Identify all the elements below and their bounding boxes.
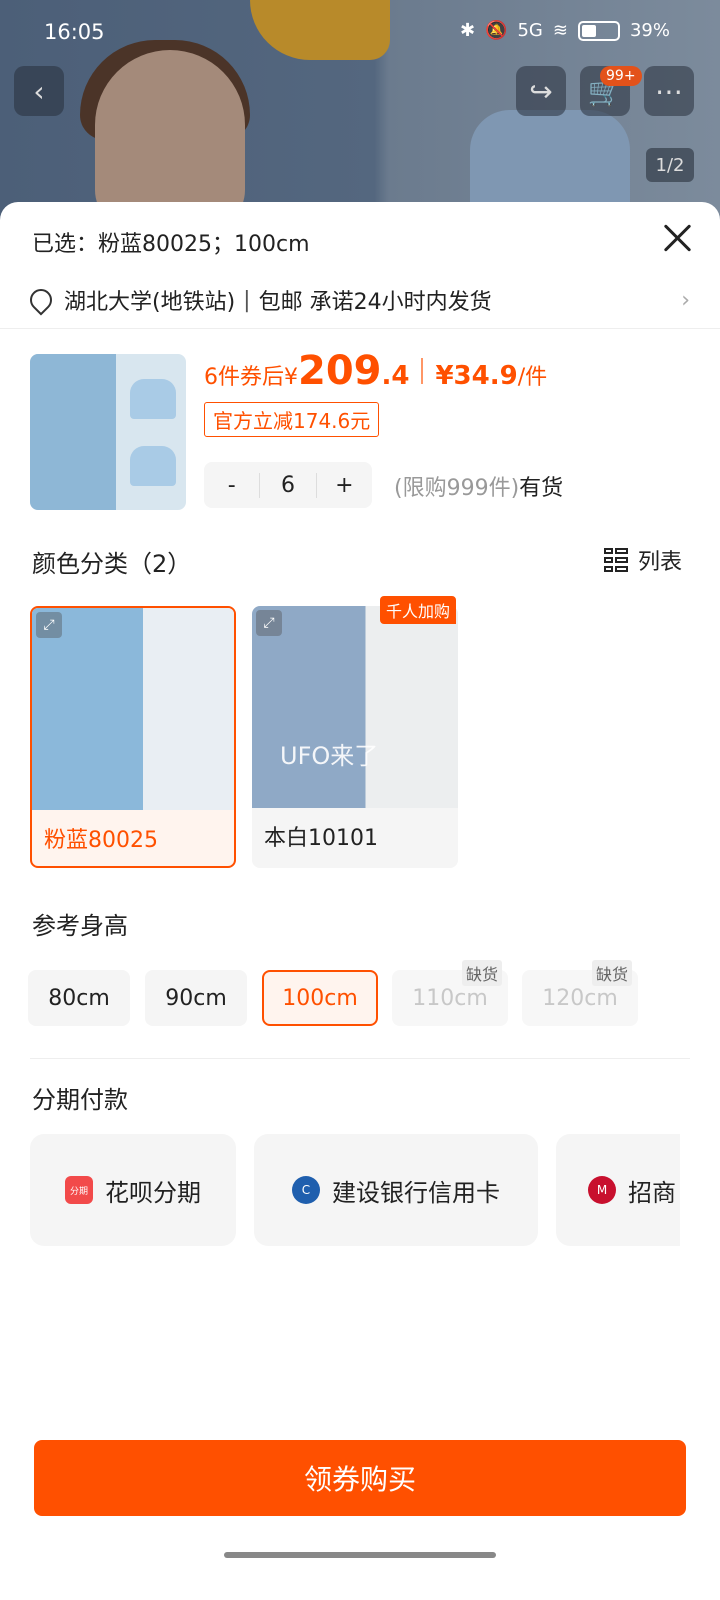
- thumbnail-dress-back: [130, 446, 176, 486]
- cmb-icon: M: [588, 1176, 616, 1204]
- list-view-toggle[interactable]: 列表: [604, 544, 682, 576]
- delivery-separator: |: [243, 287, 251, 313]
- buy-button[interactable]: 领券购买: [34, 1440, 686, 1516]
- status-icons: ✱ 🔕 5G ≋ 39%: [460, 20, 670, 41]
- chevron-right-icon: ›: [681, 287, 690, 313]
- price-decimal: .4: [381, 361, 410, 391]
- list-icon: [604, 548, 628, 572]
- delivery-location: 湖北大学(地铁站): [64, 290, 236, 315]
- product-thumbnail[interactable]: [30, 354, 186, 510]
- close-icon[interactable]: [660, 220, 696, 256]
- home-indicator[interactable]: [224, 1552, 496, 1558]
- stock-info: (限购999件)有货: [394, 470, 563, 502]
- expand-icon[interactable]: ⤢: [256, 610, 282, 636]
- color-option-image: [252, 606, 458, 808]
- signal-icon: 5G: [517, 20, 543, 41]
- sku-sheet: 已选：粉蓝80025；100cm 湖北大学(地铁站) | 包邮 承诺24小时内发…: [0, 202, 720, 1600]
- bluetooth-icon: ✱: [459, 20, 476, 41]
- more-button[interactable]: ⋯: [644, 66, 694, 116]
- quantity-value[interactable]: 6: [259, 472, 317, 498]
- wifi-icon: ≋: [552, 20, 568, 41]
- delivery-row[interactable]: 湖北大学(地铁站) | 包邮 承诺24小时内发货 ›: [25, 282, 690, 318]
- color-section-title: 颜色分类（2）: [32, 550, 192, 578]
- price-currency: ¥: [284, 365, 298, 390]
- installment-label: 花呗分期: [105, 1178, 201, 1207]
- image-overlay-text: UFO来了: [280, 742, 379, 770]
- status-time: 16:05: [44, 20, 105, 44]
- quantity-stepper: - 6 +: [204, 462, 372, 508]
- battery-level: 39%: [629, 20, 670, 41]
- installment-option-huabei[interactable]: 分期 花呗分期: [30, 1134, 236, 1246]
- coupon-tag: 官方立减174.6元: [204, 402, 380, 437]
- size-option-90[interactable]: 90cm: [145, 970, 247, 1026]
- expand-icon[interactable]: ⤢: [36, 612, 62, 638]
- price-prefix: 6件券后: [204, 365, 284, 390]
- color-option-label: 本白10101: [264, 826, 378, 851]
- size-option-80[interactable]: 80cm: [28, 970, 130, 1026]
- purchase-limit: (限购999件): [394, 476, 520, 501]
- color-option-image: [32, 608, 234, 810]
- out-of-stock-tag: 缺货: [592, 960, 633, 986]
- out-of-stock-tag: 缺货: [462, 960, 503, 986]
- color-option-pink-blue[interactable]: ⤢ 粉蓝80025: [30, 606, 236, 868]
- location-pin-icon: [25, 284, 57, 316]
- back-button[interactable]: ‹: [14, 66, 64, 116]
- thumbnail-dress-front: [130, 379, 176, 419]
- delivery-shipping: 包邮 承诺24小时内发货: [258, 290, 492, 315]
- divider: [30, 1058, 690, 1059]
- share-button[interactable]: ↪: [516, 66, 566, 116]
- cart-badge: 99+: [600, 66, 642, 86]
- price-integer: 209: [298, 348, 382, 394]
- divider: [0, 328, 720, 329]
- battery-icon: [577, 20, 620, 41]
- size-section-title: 参考身高: [32, 912, 128, 940]
- quantity-minus-button[interactable]: -: [204, 473, 259, 498]
- installment-label: 招商: [628, 1178, 676, 1207]
- installment-section-title: 分期付款: [32, 1086, 128, 1114]
- price-separator: [421, 358, 424, 384]
- installment-option-ccb[interactable]: C 建设银行信用卡: [254, 1134, 538, 1246]
- mute-icon: 🔕: [485, 20, 508, 41]
- status-bar: 16:05 ✱ 🔕 5G ≋ 39%: [0, 0, 720, 64]
- quantity-plus-button[interactable]: +: [317, 473, 372, 498]
- unit-price: ¥34.9/件: [435, 361, 548, 391]
- color-option-label: 粉蓝80025: [44, 828, 158, 853]
- installment-option-cmb[interactable]: M 招商: [556, 1134, 680, 1246]
- ccb-icon: C: [292, 1176, 320, 1204]
- gallery-pager: 1/2: [646, 148, 694, 182]
- list-label: 列表: [638, 550, 683, 575]
- huabei-icon: 分期: [65, 1176, 93, 1204]
- installment-label: 建设银行信用卡: [332, 1178, 500, 1207]
- selected-summary: 已选：粉蓝80025；100cm: [32, 232, 310, 257]
- size-option-100[interactable]: 100cm: [262, 970, 378, 1026]
- stock-status: 有货: [519, 476, 564, 501]
- popular-badge: 千人加购: [380, 596, 457, 624]
- price-line: 6件券后 ¥ 209 .4 ¥34.9/件: [204, 348, 547, 394]
- thumbnail-child: [30, 354, 116, 510]
